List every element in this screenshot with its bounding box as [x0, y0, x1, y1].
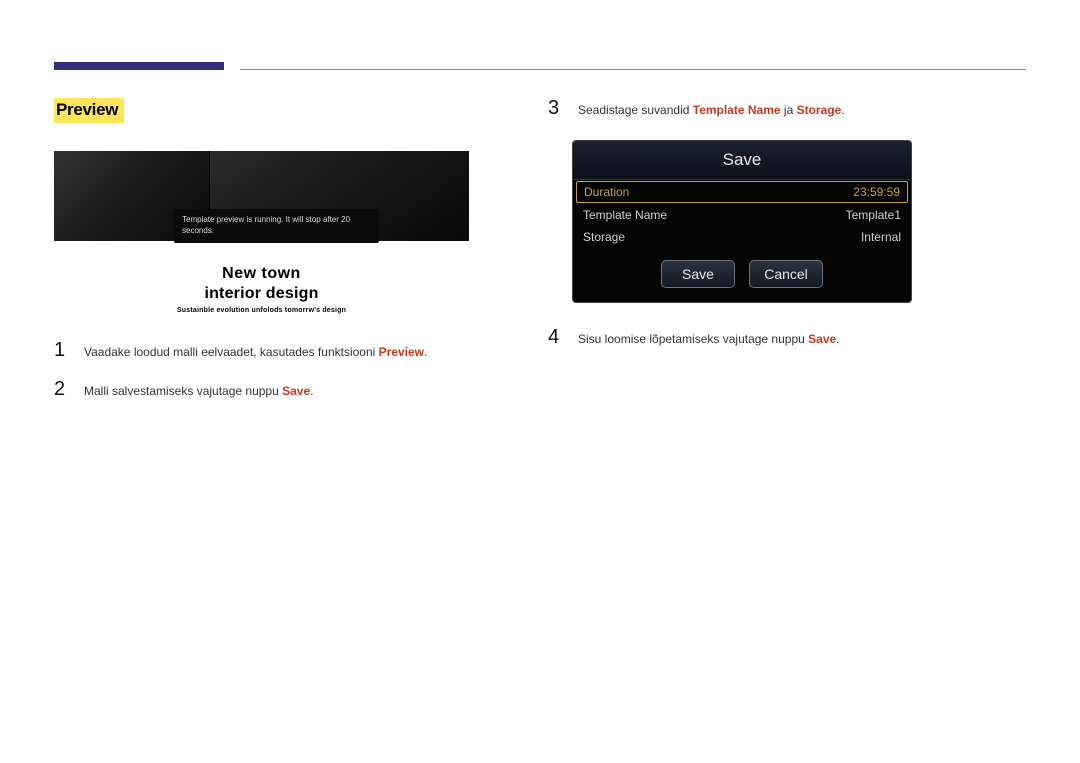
- dialog-cancel-button[interactable]: Cancel: [749, 260, 823, 288]
- dialog-button-row: Save Cancel: [573, 248, 911, 302]
- step-1-prefix: Vaadake loodud malli eelvaadet, kasutade…: [84, 345, 379, 359]
- save-dialog-title: Save: [573, 141, 911, 180]
- caption-line2: interior design: [54, 285, 469, 303]
- preview-running-toast: Template preview is running. It will sto…: [174, 209, 379, 243]
- dialog-row-duration-wrap[interactable]: Duration 23:59:59: [576, 181, 908, 203]
- left-column: Preview Template preview is running. It …: [54, 98, 509, 419]
- step-1-number: 1: [54, 340, 70, 362]
- right-column: 3 Seadistage suvandid Template Name ja S…: [548, 98, 1026, 366]
- step-1-suffix: .: [424, 345, 427, 359]
- step-3-suffix: .: [841, 103, 844, 117]
- step-1-highlight: Preview: [379, 345, 424, 359]
- step-3-text: Seadistage suvandid Template Name ja Sto…: [578, 98, 845, 120]
- step-4-prefix: Sisu loomise lõpetamiseks vajutage nuppu: [578, 332, 808, 346]
- step-1-text: Vaadake loodud malli eelvaadet, kasutade…: [84, 340, 427, 362]
- step-2-text: Malli salvestamiseks vajutage nuppu Save…: [84, 379, 313, 401]
- caption-line1: New town: [54, 265, 469, 283]
- step-2-suffix: .: [310, 384, 313, 398]
- step-3-hl1: Template Name: [693, 103, 781, 117]
- dialog-row-duration: Duration 23:59:59: [577, 182, 907, 202]
- preview-caption: New town interior design Sustainble evol…: [54, 265, 469, 314]
- caption-line3: Sustainble evolution unfolods tomorrw's …: [54, 307, 469, 314]
- template-preview-thumbnail: Template preview is running. It will sto…: [54, 151, 469, 314]
- step-3-prefix: Seadistage suvandid: [578, 103, 693, 117]
- section-title: Preview: [54, 98, 124, 123]
- dialog-row-storage[interactable]: Storage Internal: [573, 226, 911, 248]
- step-4-number: 4: [548, 327, 564, 349]
- step-1: 1 Vaadake loodud malli eelvaadet, kasuta…: [54, 340, 509, 362]
- step-3-mid: ja: [781, 103, 797, 117]
- duration-value: 23:59:59: [853, 185, 900, 199]
- step-3-number: 3: [548, 98, 564, 120]
- header-divider: [240, 69, 1026, 70]
- step-3: 3 Seadistage suvandid Template Name ja S…: [548, 98, 1026, 120]
- step-3-hl2: Storage: [797, 103, 842, 117]
- step-2-prefix: Malli salvestamiseks vajutage nuppu: [84, 384, 282, 398]
- template-name-label: Template Name: [583, 208, 667, 222]
- step-2-highlight: Save: [282, 384, 310, 398]
- save-dialog-body: Duration 23:59:59 Template Name Template…: [573, 181, 911, 302]
- step-2-number: 2: [54, 379, 70, 401]
- step-4-suffix: .: [836, 332, 839, 346]
- step-4-highlight: Save: [808, 332, 836, 346]
- step-4: 4 Sisu loomise lõpetamiseks vajutage nup…: [548, 327, 1026, 349]
- duration-label: Duration: [584, 185, 629, 199]
- save-dialog: Save Duration 23:59:59 Template Name Tem…: [572, 140, 912, 303]
- step-4-text: Sisu loomise lõpetamiseks vajutage nuppu…: [578, 327, 840, 349]
- storage-label: Storage: [583, 230, 625, 244]
- header-accent-bar: [54, 62, 224, 70]
- step-2: 2 Malli salvestamiseks vajutage nuppu Sa…: [54, 379, 509, 401]
- dialog-row-template-name[interactable]: Template Name Template1: [573, 204, 911, 226]
- storage-value: Internal: [861, 230, 901, 244]
- template-name-value: Template1: [846, 208, 901, 222]
- dialog-save-button[interactable]: Save: [661, 260, 735, 288]
